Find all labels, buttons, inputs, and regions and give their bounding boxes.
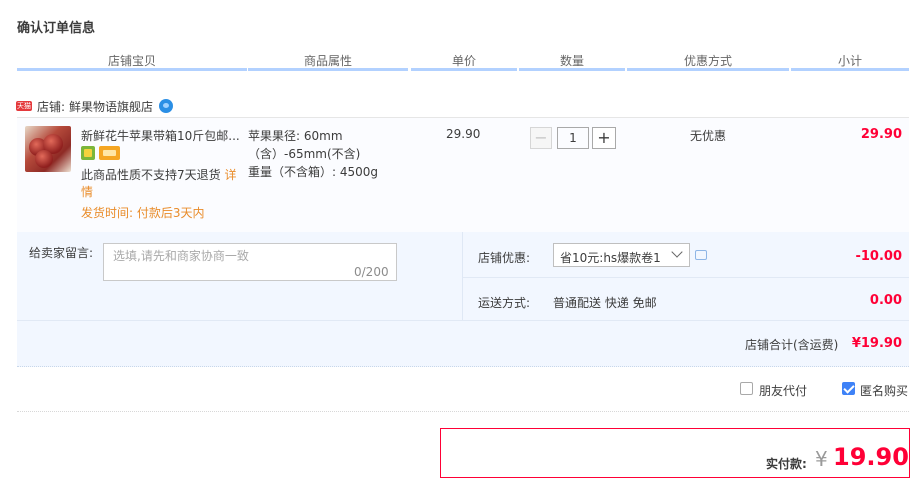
column-header-quantity: 数量 bbox=[559, 54, 584, 68]
coupon-selected-value: 省10元:hs爆款卷1 bbox=[560, 251, 661, 265]
service-badge-icon[interactable] bbox=[81, 146, 95, 160]
seller-message-placeholder: 选填,请先和商家协商一致 bbox=[113, 249, 249, 263]
tmall-icon: 天猫 bbox=[16, 101, 32, 111]
quantity-input[interactable]: 1 bbox=[557, 127, 589, 149]
anonymous-checkbox[interactable] bbox=[842, 382, 855, 395]
refund-note-text: 此商品性质不支持7天退货 bbox=[81, 168, 221, 182]
divider bbox=[17, 411, 909, 412]
shipping-method: 普通配送 快递 免邮 bbox=[553, 296, 657, 310]
attribute-size: 苹果果径: 60mm（含）-65mm(不含) bbox=[248, 129, 361, 161]
shop-label: 店铺: bbox=[37, 99, 66, 114]
ship-time: 发货时间: 付款后3天内 bbox=[81, 206, 205, 220]
message-bubble-icon[interactable] bbox=[695, 250, 707, 260]
quantity-decrease-button[interactable]: − bbox=[530, 127, 552, 149]
header-bar bbox=[791, 68, 909, 71]
page-title: 确认订单信息 bbox=[17, 21, 96, 36]
friend-pay-label[interactable]: 朋友代付 bbox=[759, 382, 807, 399]
shipping-amount: 0.00 bbox=[869, 293, 902, 308]
header-bar bbox=[627, 68, 789, 71]
friend-pay-checkbox[interactable] bbox=[740, 382, 753, 395]
header-bar bbox=[17, 68, 247, 71]
item-subtotal: 29.90 bbox=[860, 127, 902, 142]
column-header-item: 店铺宝贝 bbox=[107, 54, 156, 68]
payment-amount: 19.90 bbox=[833, 443, 909, 471]
discount-mode: 无优惠 bbox=[690, 129, 727, 143]
product-image[interactable] bbox=[25, 126, 71, 172]
column-header-price: 单价 bbox=[451, 54, 476, 68]
panel-divider bbox=[463, 277, 909, 278]
header-bar bbox=[519, 68, 625, 71]
column-header-discount: 优惠方式 bbox=[683, 54, 732, 68]
shop-name-link[interactable]: 鲜果物语旗舰店 bbox=[69, 98, 153, 115]
column-header-attribute: 商品属性 bbox=[303, 54, 352, 68]
panel-divider bbox=[462, 232, 463, 320]
attribute-weight: 重量（不含箱）: 4500g bbox=[248, 165, 379, 179]
shipping-label: 运送方式: bbox=[478, 296, 531, 310]
message-char-count: 0/200 bbox=[354, 265, 389, 279]
shop-total-label: 店铺合计(含运费) bbox=[745, 338, 839, 352]
anonymous-label[interactable]: 匿名购买 bbox=[860, 382, 908, 399]
panel-divider bbox=[17, 320, 909, 321]
header-bar bbox=[411, 68, 517, 71]
quantity-increase-button[interactable]: + bbox=[592, 127, 616, 149]
shop-discount-amount: -10.00 bbox=[855, 249, 902, 264]
currency-symbol: ¥ bbox=[815, 447, 828, 471]
shop-discount-label: 店铺优惠: bbox=[478, 251, 531, 265]
refund-note: 此商品性质不支持7天退货 详情 bbox=[81, 167, 241, 201]
shop-line: 天猫 店铺: 鲜果物语旗舰店 bbox=[16, 97, 174, 115]
product-attributes: 苹果果径: 60mm（含）-65mm(不含) 重量（不含箱）: 4500g bbox=[248, 127, 413, 181]
payment-label: 实付款: bbox=[766, 457, 807, 471]
seller-message-label: 给卖家留言: bbox=[29, 246, 94, 260]
shop-total-amount: ¥19.90 bbox=[851, 336, 902, 351]
header-bar bbox=[248, 68, 408, 71]
product-name-link[interactable]: 新鲜花牛苹果带箱10斤包邮... bbox=[81, 127, 246, 144]
card-payment-icon[interactable] bbox=[99, 146, 120, 160]
wangwang-chat-icon[interactable] bbox=[159, 99, 174, 113]
column-header-subtotal: 小计 bbox=[837, 54, 862, 68]
unit-price: 29.90 bbox=[446, 127, 481, 141]
